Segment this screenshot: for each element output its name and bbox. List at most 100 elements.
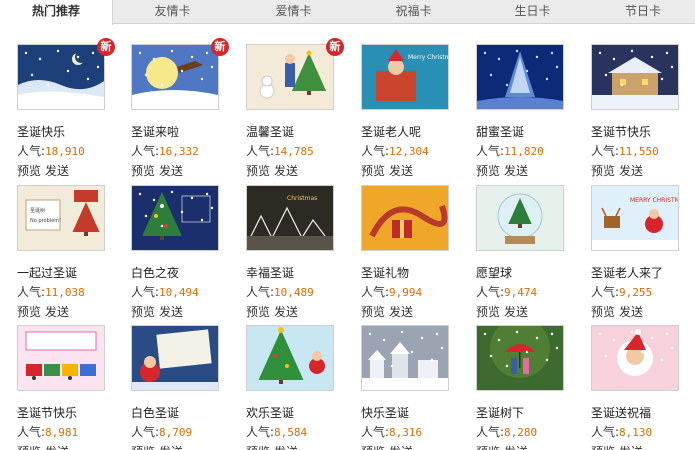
preview-link[interactable]: 预览 (591, 445, 615, 450)
preview-link[interactable]: 预览 (591, 164, 615, 178)
send-link[interactable]: 发送 (389, 164, 413, 178)
tab-hot[interactable]: 热门推荐 (0, 0, 113, 25)
popularity-label: 人气: (591, 285, 620, 299)
card-popularity: 人气:8,280 (476, 423, 537, 440)
popularity-value: 12,304 (389, 145, 429, 158)
card-thumbnail[interactable] (131, 325, 219, 391)
card-thumbnail[interactable] (361, 185, 449, 251)
card-title[interactable]: 幸福圣诞 (246, 264, 294, 281)
card-actions: 预览发送 (591, 443, 647, 450)
card-title[interactable]: 圣诞快乐 (17, 123, 65, 140)
card-title[interactable]: 圣诞老人来了 (591, 264, 663, 281)
card-actions: 预览发送 (131, 162, 187, 179)
tab-festival[interactable]: 节日卡 (591, 0, 695, 24)
card-actions: 预览发送 (246, 443, 302, 450)
preview-link[interactable]: 预览 (246, 445, 270, 450)
tab-birthday[interactable]: 生日卡 (472, 0, 593, 24)
card-thumbnail[interactable] (17, 325, 105, 391)
preview-link[interactable]: 预览 (131, 305, 155, 319)
send-link[interactable]: 发送 (274, 445, 298, 450)
card-thumbnail[interactable] (131, 44, 219, 110)
preview-link[interactable]: 预览 (17, 305, 41, 319)
card-thumbnail[interactable] (361, 325, 449, 391)
preview-link[interactable]: 预览 (361, 445, 385, 450)
card-title[interactable]: 圣诞老人呢 (361, 123, 421, 140)
preview-link[interactable]: 预览 (246, 164, 270, 178)
card-title[interactable]: 圣诞节快乐 (591, 123, 651, 140)
card-thumbnail[interactable]: 圣诞树 No problem! (17, 185, 105, 251)
card-title[interactable]: 温馨圣诞 (246, 123, 294, 140)
popularity-value: 8,981 (45, 426, 79, 439)
send-link[interactable]: 发送 (619, 305, 643, 319)
card-thumbnail-art: Christmas (247, 186, 333, 250)
card-title[interactable]: 圣诞来啦 (131, 123, 179, 140)
popularity-label: 人气: (591, 144, 620, 158)
send-link[interactable]: 发送 (504, 445, 528, 450)
card-thumbnail[interactable] (17, 44, 105, 110)
card-actions: 预览发送 (246, 303, 302, 320)
tab-friendship[interactable]: 友情卡 (113, 0, 232, 24)
card-title[interactable]: 白色圣诞 (131, 404, 179, 421)
preview-link[interactable]: 预览 (131, 445, 155, 450)
card-thumbnail[interactable] (476, 185, 564, 251)
preview-link[interactable]: 预览 (131, 164, 155, 178)
preview-link[interactable]: 预览 (476, 305, 500, 319)
preview-link[interactable]: 预览 (17, 445, 41, 450)
card-title[interactable]: 圣诞送祝福 (591, 404, 651, 421)
send-link[interactable]: 发送 (504, 164, 528, 178)
card-actions: 预览发送 (17, 303, 73, 320)
preview-link[interactable]: 预览 (361, 305, 385, 319)
send-link[interactable]: 发送 (45, 164, 69, 178)
card-title[interactable]: 一起过圣诞 (17, 264, 77, 281)
send-link[interactable]: 发送 (45, 305, 69, 319)
preview-link[interactable]: 预览 (246, 305, 270, 319)
send-link[interactable]: 发送 (159, 445, 183, 450)
card-thumbnail[interactable] (476, 325, 564, 391)
send-link[interactable]: 发送 (389, 445, 413, 450)
card-actions: 预览发送 (476, 303, 532, 320)
preview-link[interactable]: 预览 (591, 305, 615, 319)
card-thumbnail[interactable] (246, 325, 334, 391)
send-link[interactable]: 发送 (619, 445, 643, 450)
preview-link[interactable]: 预览 (17, 164, 41, 178)
card-thumbnail[interactable] (246, 44, 334, 110)
card-title[interactable]: 甜蜜圣诞 (476, 123, 524, 140)
card-title[interactable]: 快乐圣诞 (361, 404, 409, 421)
send-link[interactable]: 发送 (504, 305, 528, 319)
card-popularity: 人气:11,550 (591, 142, 659, 159)
card-actions: 预览发送 (131, 303, 187, 320)
preview-link[interactable]: 预览 (361, 164, 385, 178)
card-thumbnail[interactable]: Christmas (246, 185, 334, 251)
card-title[interactable]: 圣诞礼物 (361, 264, 409, 281)
svg-text:MERRY CHRISTMAS: MERRY CHRISTMAS (630, 197, 678, 204)
card-thumbnail[interactable]: MERRY CHRISTMAS (591, 185, 679, 251)
preview-link[interactable]: 预览 (476, 164, 500, 178)
card-thumbnail[interactable] (591, 325, 679, 391)
preview-link[interactable]: 预览 (476, 445, 500, 450)
send-link[interactable]: 发送 (45, 445, 69, 450)
send-link[interactable]: 发送 (389, 305, 413, 319)
category-tabbar: 热门推荐 友情卡 爱情卡 祝福卡 生日卡 节日卡 (0, 0, 695, 25)
card-title[interactable]: 欢乐圣诞 (246, 404, 294, 421)
card-thumbnail[interactable] (591, 44, 679, 110)
tab-blessing[interactable]: 祝福卡 (355, 0, 472, 24)
card-thumbnail-art (18, 326, 104, 390)
card-thumbnail[interactable] (131, 185, 219, 251)
send-link[interactable]: 发送 (159, 305, 183, 319)
send-link[interactable]: 发送 (274, 305, 298, 319)
card-thumbnail[interactable]: Merry Christmas (361, 44, 449, 110)
card-thumbnail[interactable] (476, 44, 564, 110)
card-title[interactable]: 白色之夜 (131, 264, 179, 281)
card-popularity: 人气:8,584 (246, 423, 307, 440)
card-item: 圣诞树下人气:8,280 预览发送 (476, 325, 581, 450)
tab-love[interactable]: 爱情卡 (232, 0, 355, 24)
card-title[interactable]: 圣诞节快乐 (17, 404, 77, 421)
card-title[interactable]: 圣诞树下 (476, 404, 524, 421)
popularity-value: 14,785 (274, 145, 314, 158)
send-link[interactable]: 发送 (274, 164, 298, 178)
send-link[interactable]: 发送 (619, 164, 643, 178)
card-actions: 预览发送 (131, 443, 187, 450)
card-thumbnail-art (362, 186, 448, 250)
card-title[interactable]: 愿望球 (476, 264, 512, 281)
send-link[interactable]: 发送 (159, 164, 183, 178)
